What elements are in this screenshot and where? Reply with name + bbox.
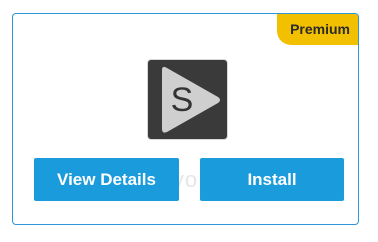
play-triangle-icon: S (162, 66, 220, 133)
s-play-app-icon: S (147, 59, 228, 140)
app-icon-letter: S (171, 81, 194, 119)
app-card: Premium S yo View Details Install (12, 13, 359, 225)
install-button[interactable]: Install (200, 158, 344, 201)
premium-badge: Premium (277, 14, 358, 45)
view-details-button[interactable]: View Details (34, 158, 179, 201)
